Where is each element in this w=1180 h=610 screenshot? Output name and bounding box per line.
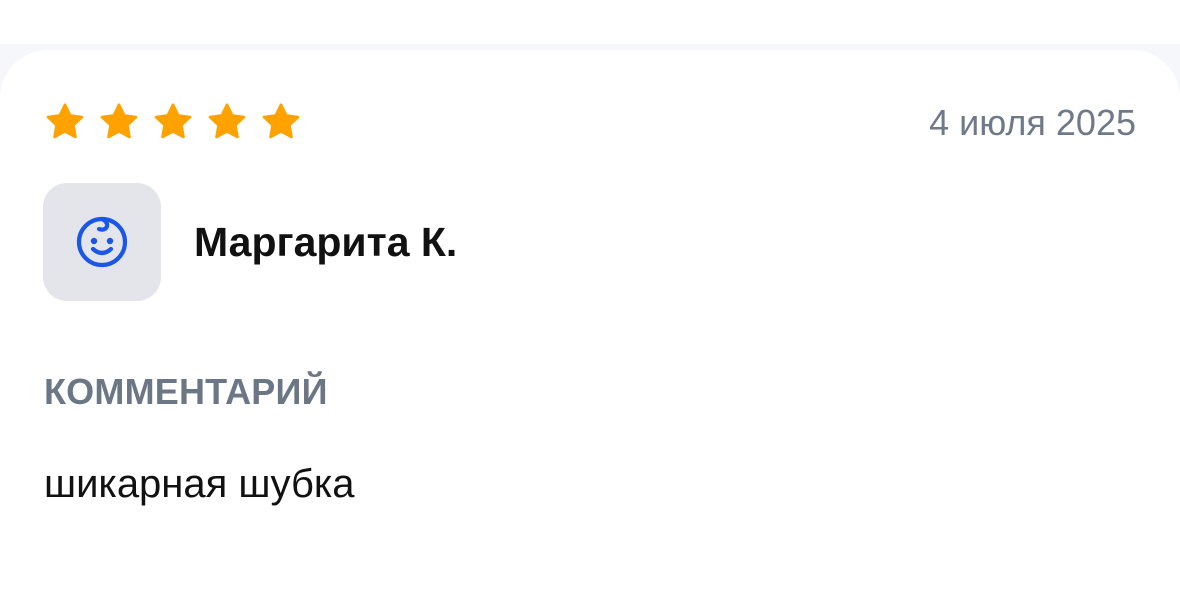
top-area: [0, 0, 1180, 48]
star-icon: [260, 101, 302, 143]
comment-text: шикарная шубка: [44, 462, 355, 506]
star-icon: [152, 101, 194, 143]
star-icon: [206, 101, 248, 143]
star-rating: [44, 101, 302, 143]
comment-heading: КОММЕНТАРИЙ: [44, 371, 328, 412]
star-icon: [98, 101, 140, 143]
review-date: 4 июля 2025: [929, 102, 1136, 143]
avatar[interactable]: [43, 183, 161, 301]
author-name: Маргарита К.: [194, 219, 458, 265]
star-icon: [44, 101, 86, 143]
baby-face-icon: [74, 214, 130, 270]
